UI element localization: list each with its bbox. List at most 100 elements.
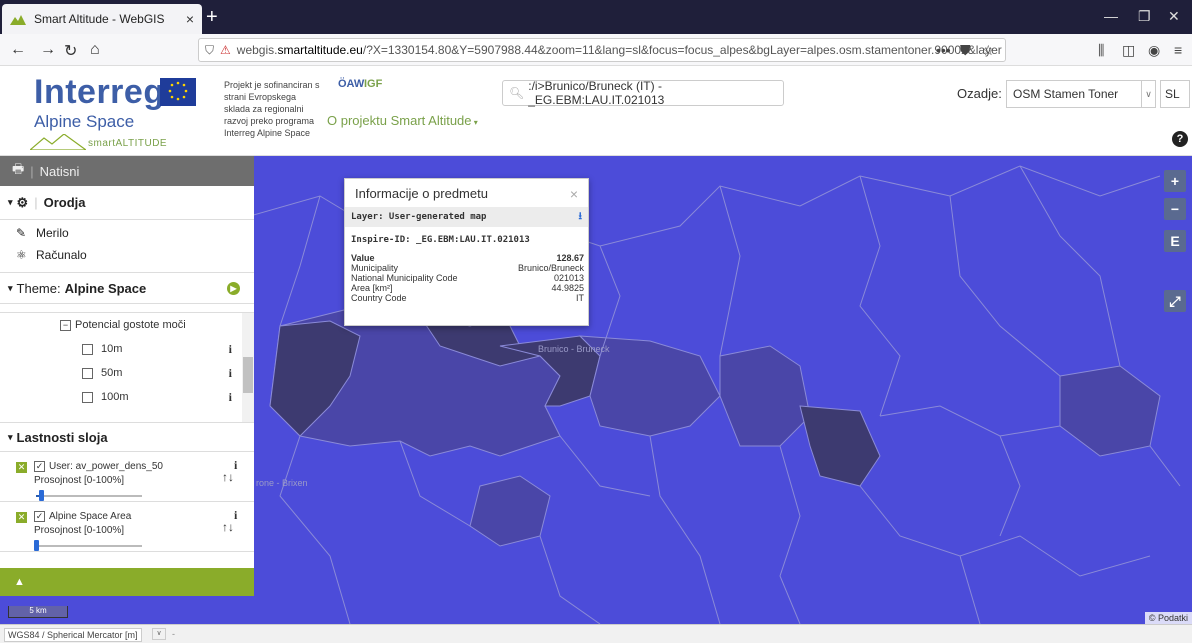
- chevron-down-icon[interactable]: ∨: [152, 628, 166, 640]
- language-value: SL: [1165, 87, 1180, 101]
- opacity-slider-handle[interactable]: [34, 540, 39, 551]
- library-icon[interactable]: ⫼: [1098, 42, 1104, 59]
- bookmark-star-icon[interactable]: ☆: [982, 42, 995, 59]
- opacity-slider-track[interactable]: [36, 545, 142, 547]
- mountains-logo-icon: [30, 134, 86, 150]
- collapse-icon[interactable]: −: [60, 319, 71, 331]
- layer-toggle[interactable]: ✓ User: av_power_dens_50: [34, 461, 163, 472]
- background-select[interactable]: OSM Stamen Toner ∨: [1006, 80, 1156, 108]
- page-actions-icon[interactable]: •••: [936, 42, 951, 58]
- scale-bar: 5 km: [8, 606, 68, 618]
- theme-label: Theme:: [16, 280, 61, 296]
- option-100m[interactable]: 100m i: [0, 385, 254, 409]
- layer-properties-item[interactable]: ✕ ✓ User: av_power_dens_50 Prosojnost [0-…: [0, 452, 254, 502]
- print-button[interactable]: 🖶︎ | Natisni: [0, 156, 254, 186]
- restore-icon[interactable]: ❐: [1138, 8, 1151, 25]
- checkbox[interactable]: [82, 391, 93, 403]
- layer-properties-item[interactable]: ✕ ✓ Alpine Space Area Prosojnost [0-100%]…: [0, 502, 254, 552]
- language-select[interactable]: SL: [1160, 80, 1190, 108]
- tab-close-icon[interactable]: ×: [186, 11, 194, 27]
- tool-calculator[interactable]: ⚛ Računalo: [0, 244, 254, 266]
- home-icon[interactable]: ⌂: [90, 41, 100, 59]
- zoom-out-button[interactable]: −: [1164, 198, 1186, 220]
- info-icon[interactable]: i: [234, 458, 237, 473]
- minimize-icon[interactable]: —: [1104, 8, 1118, 24]
- crs-select[interactable]: WGS84 / Spherical Mercator [m]: [4, 628, 142, 642]
- menu-icon[interactable]: ≡: [1174, 42, 1182, 58]
- left-panel: 🖶︎ | Natisni ▾ ⚙ | Orodja ✎ Merilo ⚛ Računal…: [0, 156, 254, 596]
- download-icon[interactable]: ⭳: [579, 209, 583, 226]
- option-label: 50m: [101, 367, 123, 379]
- checkbox-checked-icon[interactable]: ✓: [34, 461, 45, 472]
- help-icon[interactable]: ?: [1172, 131, 1188, 147]
- layer-toggle[interactable]: ✓ Alpine Space Area: [34, 511, 131, 522]
- info-icon[interactable]: i: [229, 390, 232, 405]
- info-icon[interactable]: i: [229, 366, 232, 381]
- table-row: Area [km²] 44.9825: [351, 283, 584, 293]
- theme-arrow-icon[interactable]: ▶: [227, 281, 240, 295]
- opacity-slider-handle[interactable]: [39, 490, 45, 501]
- theme-section-header[interactable]: ▾ Theme: Alpine Space ▶: [0, 272, 254, 304]
- new-tab-button[interactable]: +: [206, 6, 218, 29]
- properties-heading: Lastnosti sloja: [16, 429, 108, 445]
- remove-layer-icon[interactable]: ✕: [16, 462, 27, 473]
- checkbox[interactable]: [82, 343, 93, 355]
- reload-icon[interactable]: ↻: [64, 41, 77, 61]
- option-10m[interactable]: 10m i: [0, 337, 254, 361]
- eu-flag-icon: [160, 78, 196, 106]
- e-button[interactable]: E: [1164, 230, 1186, 252]
- theme-value: Alpine Space: [64, 280, 147, 296]
- window-close-icon[interactable]: ✕: [1168, 8, 1180, 25]
- map-label-brixen: rone - Brixen: [256, 478, 308, 488]
- back-icon[interactable]: ←: [10, 41, 26, 59]
- attr-key: Municipality: [351, 263, 399, 273]
- forward-icon[interactable]: →: [40, 41, 56, 59]
- account-icon[interactable]: ◉: [1148, 42, 1160, 59]
- url-rest: /?X=1330154.80&Y=5907988.44&zoom=11&lang…: [362, 43, 1002, 57]
- tools-heading: Orodja: [43, 195, 86, 210]
- table-row: National Municipality Code 021013: [351, 273, 584, 283]
- popup-layer-name: Layer: User-generated map: [351, 212, 487, 222]
- search-input[interactable]: 🔍︎ :/i>Brunico/Bruneck (IT) - _EG.EBM:LA…: [502, 79, 784, 107]
- properties-section-header[interactable]: ▾ Lastnosti sloja: [0, 422, 254, 452]
- move-up-down-icon[interactable]: ↑↓: [222, 520, 234, 534]
- about-project-menu[interactable]: O projektu Smart Altitude ▾: [327, 113, 478, 128]
- popup-layer-bar: Layer: User-generated map ⭳: [345, 207, 588, 227]
- opacity-slider-track[interactable]: [36, 495, 142, 497]
- layer-name: Alpine Space Area: [49, 511, 132, 522]
- checkbox[interactable]: [82, 367, 93, 379]
- pocket-icon[interactable]: ⛊: [960, 42, 971, 59]
- chevron-down-icon: ∨: [1141, 81, 1155, 107]
- checkbox-checked-icon[interactable]: ✓: [34, 511, 45, 522]
- tools-section-header[interactable]: ▾ ⚙ | Orodja: [0, 186, 254, 220]
- remove-layer-icon[interactable]: ✕: [16, 512, 27, 523]
- interreg-logo: Interreg: [34, 73, 165, 111]
- sidebar-icon[interactable]: ◫: [1122, 42, 1135, 59]
- calculator-icon: ⚛: [16, 248, 27, 262]
- map-attribution[interactable]: © Podatki: [1144, 612, 1192, 624]
- ruler-icon: ✎: [16, 226, 27, 240]
- feature-info-popup: Informacije o predmetu × Layer: User-gen…: [344, 178, 589, 326]
- move-up-down-icon[interactable]: ↑↓: [222, 470, 234, 484]
- print-label: Natisni: [39, 163, 80, 179]
- zoom-in-button[interactable]: +: [1164, 170, 1186, 192]
- browser-tab[interactable]: Smart Altitude - WebGIS ×: [2, 4, 202, 34]
- search-value: :/i>Brunico/Bruneck (IT) - _EG.EBM:LAU.I…: [528, 79, 665, 107]
- url-prefix: webgis.: [236, 43, 278, 57]
- close-icon[interactable]: ×: [570, 186, 578, 202]
- search-icon: 🔍︎: [509, 86, 525, 100]
- address-bar[interactable]: ⛉ ⚠ webgis. smartaltitude.eu/?X=1330154.8…: [198, 38, 1006, 62]
- fullscreen-icon[interactable]: ⤢: [1164, 290, 1186, 312]
- info-icon[interactable]: i: [229, 342, 232, 357]
- option-50m[interactable]: 50m i: [0, 361, 254, 385]
- collapse-panel-button[interactable]: ▲: [0, 568, 254, 596]
- attr-key: Value: [351, 253, 375, 263]
- igf-logo: IGF: [364, 78, 383, 90]
- group-potencial[interactable]: − Potencial gostote moči: [0, 313, 254, 337]
- theme-layer-list[interactable]: − Potencial gostote moči 10m i 50m i 100…: [0, 312, 254, 422]
- smart-altitude-logo: smartALTITUDE: [88, 138, 168, 149]
- scrollbar[interactable]: [242, 313, 254, 422]
- info-icon[interactable]: i: [234, 508, 237, 523]
- scrollbar-thumb[interactable]: [243, 357, 253, 393]
- tool-ruler[interactable]: ✎ Merilo: [0, 222, 254, 244]
